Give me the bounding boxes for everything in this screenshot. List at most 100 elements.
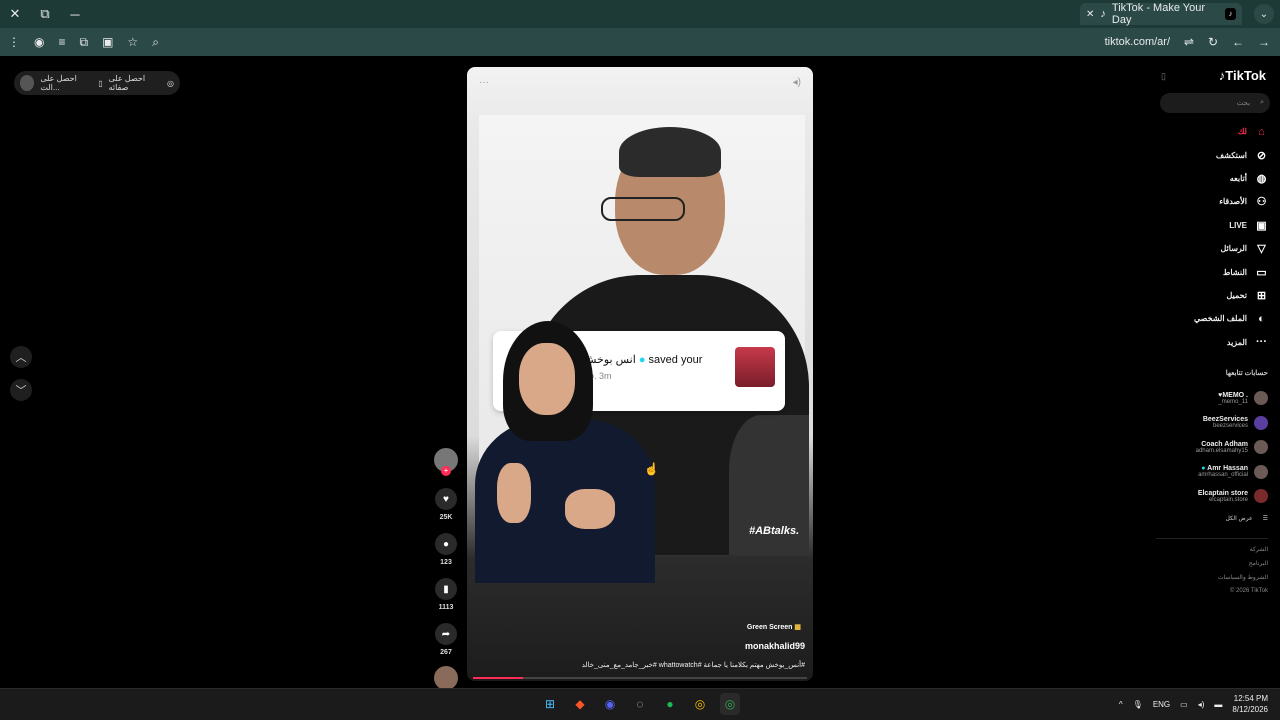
account-handle: elcaptain.store	[1208, 496, 1248, 503]
close-window-icon[interactable]: ✕	[0, 0, 30, 28]
reading-list-icon[interactable]: ≡	[58, 35, 65, 49]
site-settings-icon[interactable]: ⇌	[1184, 35, 1194, 49]
extension-icon[interactable]: ◉	[34, 35, 44, 49]
sidebar-item-activity[interactable]: النشاط ▭	[1158, 260, 1268, 283]
video-options-icon[interactable]: ···	[479, 77, 489, 88]
video-progress-bar[interactable]	[473, 677, 807, 679]
live-icon: ▣	[1256, 219, 1267, 232]
extensions-puzzle-icon[interactable]: ⧉	[80, 35, 89, 50]
spotify-icon[interactable]: ●	[660, 693, 680, 715]
tiktok-page: احصل على الت... ▯ احصل على صفائه ◎ ︿ ﹀ ·…	[0, 56, 1280, 690]
glasses	[601, 197, 685, 221]
search-input[interactable]: بحث ⌕	[1160, 93, 1270, 113]
discord-icon[interactable]: ◉	[600, 693, 620, 715]
banner-label-1: احصل على الت...	[40, 74, 77, 92]
following-account[interactable]: BeezServices beezservices	[1152, 411, 1268, 436]
top-banner-pill[interactable]: احصل على الت... ▯ احصل على صفائه ◎	[14, 71, 180, 95]
bookmark-icon: ▮	[443, 583, 449, 595]
green-screen-icon: ▦	[794, 624, 801, 631]
brave-browser-icon[interactable]: ◆	[570, 693, 590, 715]
tiktok-logo[interactable]: ♪TikTok	[1219, 68, 1266, 83]
menu-dots-icon[interactable]: ⋮	[8, 35, 20, 49]
following-account[interactable]: Coach Adham adham.elsamahy15	[1152, 435, 1268, 460]
logo-text: TikTok	[1225, 68, 1266, 83]
zoom-icon[interactable]: ⌕	[152, 35, 159, 50]
following-account[interactable]: ● Amr Hassan amrhassan_official	[1152, 460, 1268, 485]
search-icon: ⌕	[1260, 99, 1264, 106]
chevron-up-icon[interactable]: ^	[1119, 700, 1123, 709]
sidebar-item-label: النشاط	[1222, 267, 1247, 277]
following-icon: ◍	[1256, 172, 1267, 185]
video-player[interactable]: ··· ◂) انس بوخش ● saved your o. 3m #ABta…	[467, 67, 813, 681]
activity-icon: ▭	[1256, 266, 1267, 279]
volume-icon[interactable]: ◂)	[793, 77, 801, 88]
sidebar-menu: لك ⌂ استكشف ⊘ أتابعه ◍ الأصدقاء ⚇ LIVE ▣ الرس…	[1158, 120, 1268, 354]
network-icon[interactable]: ▭	[1180, 700, 1188, 709]
app-icon[interactable]: ◌	[630, 693, 650, 715]
wallet-icon[interactable]: ▣	[102, 35, 113, 49]
chrome-icon[interactable]: ◎	[690, 693, 710, 715]
minimize-window-icon[interactable]: ─	[60, 0, 90, 28]
windows-taskbar: ⊞ ◆ ◉ ◌ ● ◎ ◎ ^ 🎙 ENG ▭ ◂) ▬ 12:54 PM 8/…	[0, 688, 1280, 720]
sidebar-item-friends[interactable]: الأصدقاء ⚇	[1158, 190, 1268, 213]
sidebar-item-following[interactable]: أتابعه ◍	[1158, 167, 1268, 190]
video-actions: + ♥ 25K ● 123 ▮ 1113 ➦ 267	[432, 448, 460, 690]
home-icon: ⌂	[1258, 125, 1265, 138]
account-handle: _memo_11	[1218, 398, 1248, 405]
sidebar-item-for-you[interactable]: لك ⌂	[1158, 120, 1268, 143]
previous-video-button[interactable]: ︿	[10, 346, 32, 368]
start-windows-icon[interactable]: ⊞	[540, 693, 560, 715]
follow-plus-icon[interactable]: +	[441, 466, 451, 476]
sidebar-item-profile[interactable]: الملف الشخصي ◐	[1158, 307, 1268, 330]
sidebar-item-more[interactable]: المزيد ···	[1158, 331, 1268, 354]
sidebar-item-live[interactable]: LIVE ▣	[1158, 214, 1268, 237]
back-icon[interactable]: ←	[1232, 35, 1244, 49]
creator-avatar[interactable]: +	[434, 448, 458, 476]
microphone-icon[interactable]: 🎙	[1133, 700, 1143, 709]
footer-link-program[interactable]: البرنامج	[1249, 560, 1268, 567]
like-count: 25K	[439, 514, 453, 521]
green-screen-label[interactable]: Green Screen ▦	[747, 623, 801, 631]
comment-button[interactable]: ●	[435, 533, 457, 555]
sidebar-item-explore[interactable]: استكشف ⊘	[1158, 143, 1268, 166]
next-video-button[interactable]: ﹀	[10, 379, 32, 401]
footer-copyright: © 2026 TikTok	[1229, 588, 1268, 594]
like-button[interactable]: ♥	[435, 488, 457, 510]
footer-link-terms[interactable]: الشروط والسياسات	[1218, 574, 1268, 581]
address-bar[interactable]: tiktok.com/ar/	[1105, 36, 1170, 48]
save-button[interactable]: ▮	[435, 578, 457, 600]
sidebar-item-upload[interactable]: تحميل ⊞	[1158, 284, 1268, 307]
reload-icon[interactable]: ↻	[1208, 35, 1218, 49]
more-icon: ···	[1256, 336, 1267, 349]
following-list: ♥MEMO . _memo_11 BeezServices beezservices…	[1152, 386, 1268, 529]
sound-disc-avatar[interactable]	[434, 666, 458, 690]
messages-icon: ▽	[1257, 243, 1266, 256]
sidebar-item-messages[interactable]: الرسائل ▽	[1158, 237, 1268, 260]
chevron-down-icon: ﹀	[15, 385, 27, 397]
following-account[interactable]: Elcaptain store elcaptain.store	[1152, 484, 1268, 509]
bookmark-star-icon[interactable]: ☆	[127, 35, 138, 49]
video-caption: #أنس_بوخش مهتم بكلامنا يا جماعة #whattow…	[581, 662, 805, 669]
tab-search-dropdown-icon[interactable]: ⌄	[1254, 4, 1274, 24]
chrome-active-icon[interactable]: ◎	[720, 693, 740, 715]
battery-icon[interactable]: ▬	[1214, 700, 1222, 709]
sidebar-item-label: استكشف	[1215, 150, 1247, 160]
video-author[interactable]: monakhalid99	[745, 641, 805, 651]
tab-tiktok[interactable]: ✕ ♪ TikTok - Make Your Day ♪	[1080, 2, 1242, 26]
share-button[interactable]: ➦	[435, 623, 457, 645]
account-name: Coach Adham	[1201, 440, 1248, 448]
language-indicator[interactable]: ENG	[1153, 700, 1170, 709]
volume-icon[interactable]: ◂)	[1198, 700, 1205, 709]
woman-figure	[475, 321, 655, 583]
tab-close-icon[interactable]: ✕	[1086, 9, 1094, 20]
collapse-sidebar-icon[interactable]: ▯	[1161, 71, 1166, 82]
forward-icon[interactable]: →	[1258, 35, 1270, 49]
list-icon: ☰	[1262, 516, 1268, 522]
following-account[interactable]: ♥MEMO . _memo_11	[1152, 386, 1268, 411]
see-all-button[interactable]: عرض الكل ☰	[1152, 509, 1268, 529]
footer-link-company[interactable]: الشركة	[1250, 546, 1268, 553]
browser-toolbar: ⋮ ◉ ≡ ⧉ ▣ ☆ ⌕ tiktok.com/ar/ ⇌ ↻ ← →	[0, 28, 1280, 56]
coin-icon: ◎	[167, 78, 174, 88]
restore-window-icon[interactable]: ⧉	[30, 0, 60, 28]
clock[interactable]: 12:54 PM 8/12/2026	[1232, 693, 1268, 715]
